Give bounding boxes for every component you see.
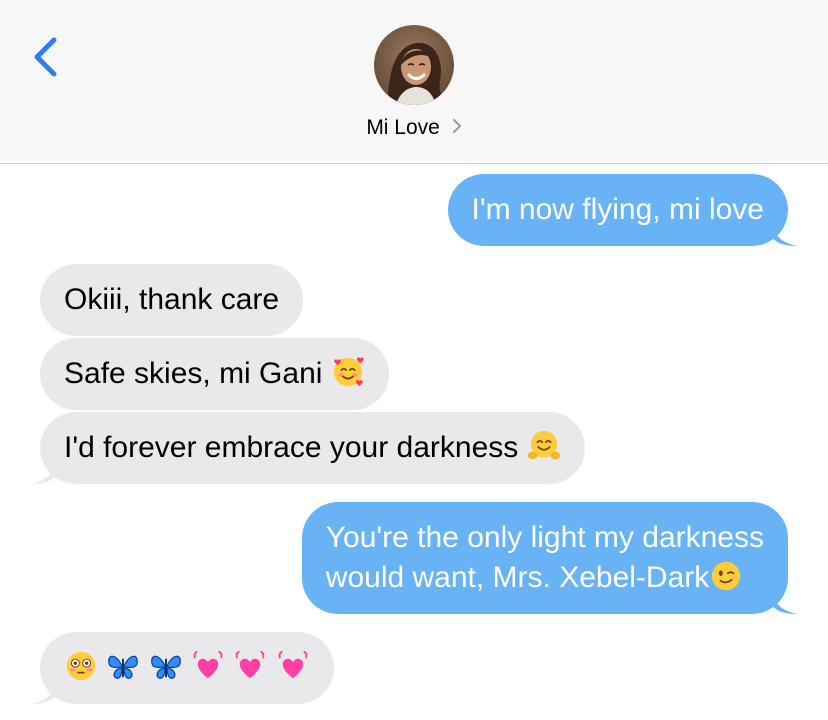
sent-message[interactable]: You're the only light my darkness would …	[301, 502, 797, 614]
chevron-left-icon	[34, 37, 57, 77]
bubble-tail	[773, 588, 797, 614]
back-button[interactable]	[26, 34, 66, 80]
avatar-photo	[374, 25, 454, 105]
message-text: Safe skies, mi Gani	[64, 357, 323, 390]
hugging-face-icon	[527, 430, 560, 460]
message-text-line-2: would want, Mrs. Xebel-Dark	[325, 561, 710, 594]
winking-face-icon	[712, 561, 741, 591]
message-thread: I'm now flying, mi love Okiii, thank car…	[0, 164, 828, 720]
bubble-tail	[31, 678, 55, 704]
contact-name: Mi Love	[366, 116, 440, 139]
message-text: Okiii, thank care	[64, 283, 280, 316]
beating-heart-icon	[278, 650, 308, 679]
received-message[interactable]	[31, 632, 334, 704]
beating-heart-icon	[235, 650, 265, 679]
contact-name-button[interactable]: Mi Love	[0, 116, 828, 140]
chevron-right-icon	[452, 119, 461, 134]
flushed-face-icon	[66, 651, 96, 681]
received-message[interactable]: I'd forever embrace your darkness	[31, 412, 585, 484]
message-text: I'm now flying, mi love	[471, 193, 765, 226]
bubble-tail	[773, 220, 797, 246]
sent-message[interactable]: I'm now flying, mi love	[447, 174, 797, 246]
beating-heart-icon	[193, 650, 223, 679]
message-text-line-1: You're the only light my darkness	[325, 521, 764, 554]
message-text: I'd forever embrace your darkness	[64, 431, 519, 464]
blue-butterfly-icon	[150, 655, 181, 679]
received-message[interactable]: Safe skies, mi Gani	[40, 338, 389, 410]
conversation-header: Mi Love	[0, 0, 828, 164]
bubble-tail	[31, 458, 55, 484]
received-message[interactable]: Okiii, thank care	[40, 264, 304, 336]
contact-avatar[interactable]	[374, 25, 454, 105]
smiling-face-with-hearts-icon	[333, 357, 364, 387]
blue-butterfly-icon	[108, 655, 139, 679]
